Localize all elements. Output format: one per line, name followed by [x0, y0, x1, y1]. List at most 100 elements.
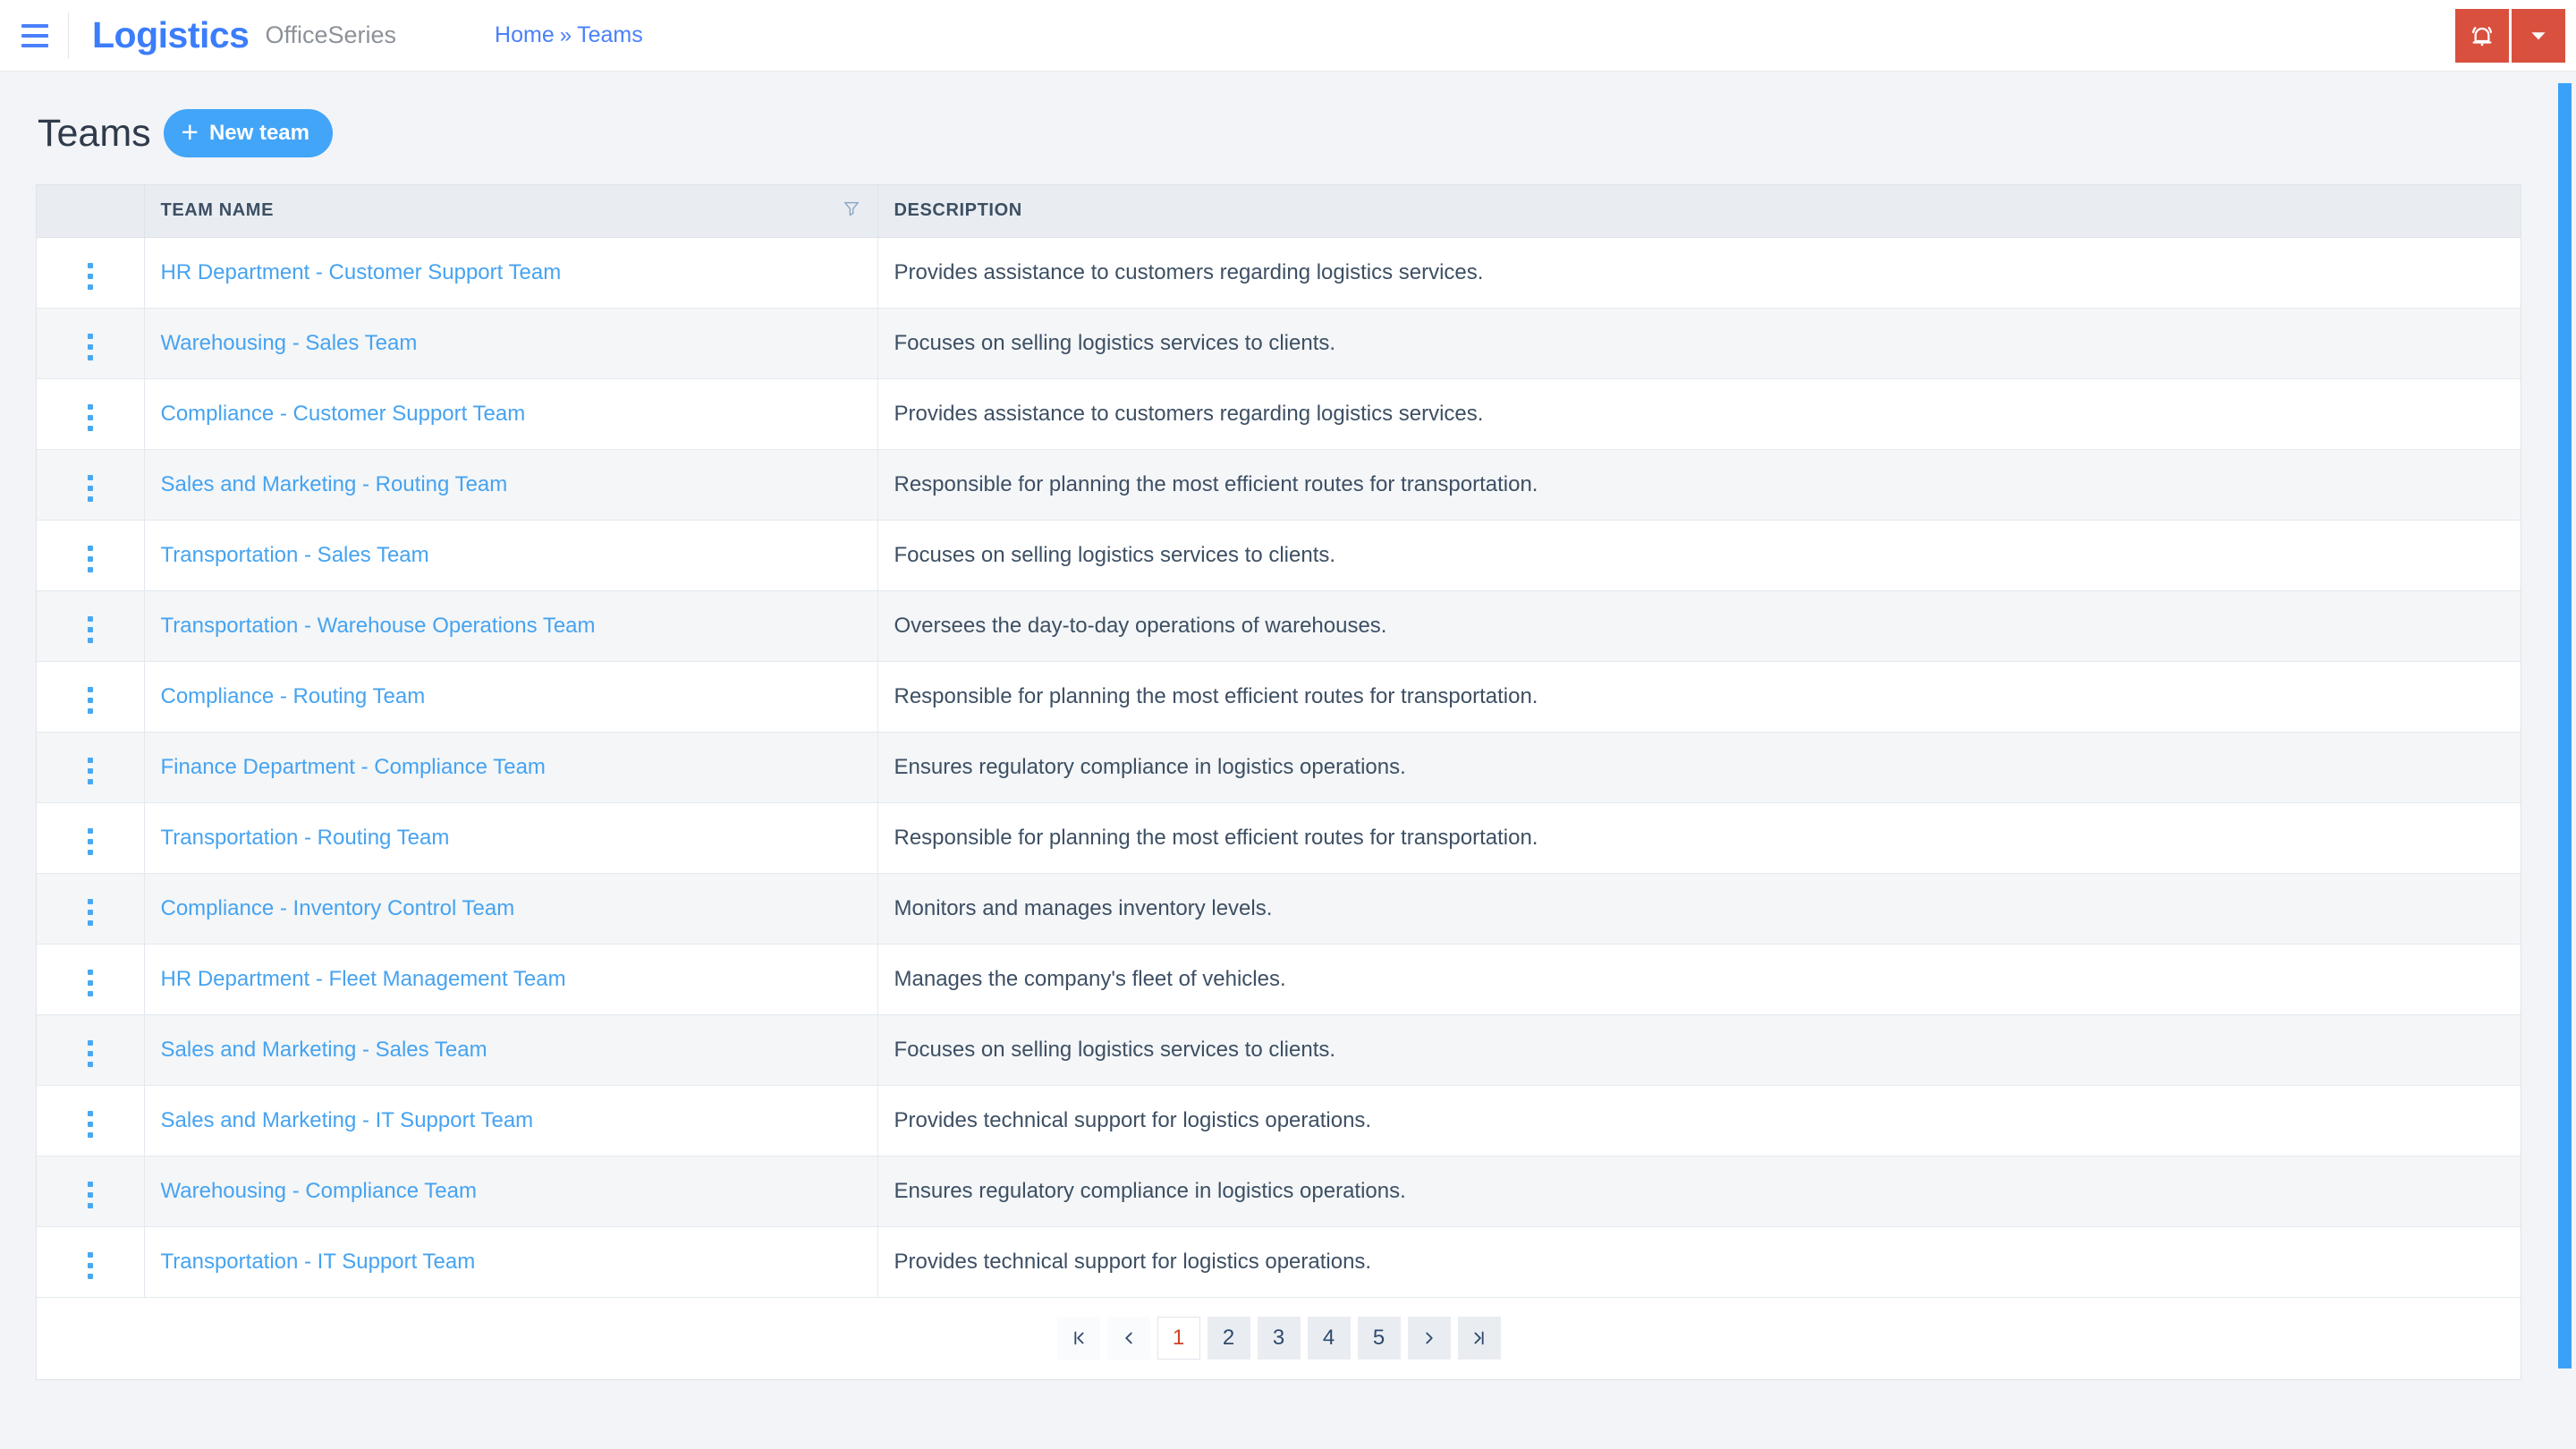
team-name-link[interactable]: Transportation - IT Support Team — [161, 1250, 476, 1274]
table-header-row: TEAM NAME DESCRIPTION — [37, 185, 2521, 238]
kebab-dot — [87, 627, 93, 632]
row-actions-cell — [37, 873, 145, 945]
breadcrumb-current[interactable]: Teams — [577, 24, 643, 47]
kebab-dot — [87, 1263, 93, 1268]
pagination-page-3[interactable]: 3 — [1257, 1317, 1301, 1360]
kebab-menu-icon[interactable] — [77, 258, 104, 295]
team-name-link[interactable]: Sales and Marketing - IT Support Team — [161, 1108, 534, 1132]
kebab-menu-icon[interactable] — [77, 823, 104, 860]
pagination-page-4[interactable]: 4 — [1307, 1317, 1351, 1360]
kebab-menu-icon[interactable] — [77, 964, 104, 1002]
row-actions-cell — [37, 308, 145, 379]
team-name-cell: HR Department - Customer Support Team — [144, 237, 878, 309]
page-scrollbar-thumb[interactable] — [2558, 83, 2572, 1368]
topbar-dropdown-button[interactable] — [2512, 9, 2565, 63]
kebab-menu-icon[interactable] — [77, 894, 104, 931]
table-row: HR Department - Customer Support Team Pro… — [37, 237, 2521, 309]
kebab-menu-icon[interactable] — [77, 1035, 104, 1072]
table-row: Compliance - Routing Team Responsible for… — [37, 661, 2521, 733]
kebab-dot — [87, 768, 93, 774]
table-row: Compliance - Inventory Control Team Monit… — [37, 873, 2521, 945]
pagination-page-5[interactable]: 5 — [1357, 1317, 1401, 1360]
team-description-cell: Monitors and manages inventory levels. — [877, 873, 2521, 945]
page-title: Teams — [38, 111, 151, 155]
kebab-menu-icon[interactable] — [77, 399, 104, 436]
notification-bell-button[interactable] — [2455, 9, 2509, 63]
team-name-link[interactable]: Warehousing - Sales Team — [161, 331, 418, 355]
kebab-dot — [87, 1132, 93, 1138]
pagination-last-button[interactable] — [1457, 1317, 1501, 1360]
kebab-menu-icon[interactable] — [77, 752, 104, 790]
top-navigation-bar: Logistics OfficeSeries Home » Teams — [0, 0, 2576, 72]
kebab-dot — [87, 404, 93, 410]
team-name-cell: HR Department - Fleet Management Team — [144, 944, 878, 1015]
teams-table: TEAM NAME DESCRIPTION HR Department - Cu… — [37, 185, 2521, 1379]
kebab-dot — [87, 839, 93, 844]
table-row: Transportation - Warehouse Operations Te… — [37, 590, 2521, 662]
row-actions-cell — [37, 661, 145, 733]
table-body: HR Department - Customer Support Team Pro… — [37, 237, 2521, 1298]
team-description-cell: Provides assistance to customers regardi… — [877, 378, 2521, 450]
team-description-cell: Provides assistance to customers regardi… — [877, 237, 2521, 309]
pagination-prev-button[interactable] — [1106, 1317, 1150, 1360]
team-name-link[interactable]: Transportation - Warehouse Operations Te… — [161, 614, 596, 638]
team-name-link[interactable]: Transportation - Sales Team — [161, 543, 429, 567]
kebab-menu-icon[interactable] — [77, 1247, 104, 1284]
kebab-dot — [87, 567, 93, 572]
table-row: HR Department - Fleet Management Team Man… — [37, 944, 2521, 1015]
pagination-next-button[interactable] — [1407, 1317, 1451, 1360]
pagination-page-2[interactable]: 2 — [1207, 1317, 1250, 1360]
column-header-team-name[interactable]: TEAM NAME — [144, 185, 878, 238]
team-name-link[interactable]: HR Department - Fleet Management Team — [161, 967, 566, 991]
team-description-cell: Ensures regulatory compliance in logisti… — [877, 1156, 2521, 1227]
column-header-description[interactable]: DESCRIPTION — [877, 185, 2521, 238]
table-row: Compliance - Customer Support Team Provid… — [37, 378, 2521, 450]
kebab-dot — [87, 1051, 93, 1056]
kebab-dot — [87, 638, 93, 643]
table-row: Transportation - IT Support Team Provides… — [37, 1226, 2521, 1298]
team-name-cell: Transportation - Sales Team — [144, 520, 878, 591]
kebab-dot — [87, 850, 93, 855]
team-name-cell: Transportation - Routing Team — [144, 802, 878, 874]
team-name-link[interactable]: Compliance - Routing Team — [161, 684, 426, 708]
team-description-cell: Focuses on selling logistics services to… — [877, 520, 2521, 591]
hamburger-icon[interactable] — [7, 23, 63, 47]
kebab-menu-icon[interactable] — [77, 1106, 104, 1143]
kebab-menu-icon[interactable] — [77, 682, 104, 719]
kebab-dot — [87, 779, 93, 784]
caret-down-icon — [2527, 24, 2550, 47]
kebab-dot — [87, 758, 93, 763]
new-team-button[interactable]: + New team — [163, 109, 333, 157]
kebab-menu-icon[interactable] — [77, 1176, 104, 1214]
team-name-cell: Compliance - Inventory Control Team — [144, 873, 878, 945]
breadcrumb-home[interactable]: Home — [495, 24, 555, 47]
filter-icon[interactable] — [842, 199, 861, 224]
pagination-page-1[interactable]: 1 — [1157, 1317, 1200, 1360]
team-name-link[interactable]: Warehousing - Compliance Team — [161, 1179, 478, 1203]
team-name-link[interactable]: HR Department - Customer Support Team — [161, 260, 562, 284]
team-name-link[interactable]: Transportation - Routing Team — [161, 826, 450, 850]
kebab-dot — [87, 1111, 93, 1116]
kebab-dot — [87, 1252, 93, 1258]
kebab-dot — [87, 263, 93, 268]
kebab-menu-icon[interactable] — [77, 540, 104, 578]
kebab-menu-icon[interactable] — [77, 328, 104, 366]
pagination-first-button[interactable] — [1056, 1317, 1100, 1360]
brand-logo[interactable]: Logistics — [92, 17, 250, 54]
team-name-link[interactable]: Sales and Marketing - Sales Team — [161, 1038, 487, 1062]
page-scrollbar-track[interactable] — [2553, 72, 2576, 1449]
kebab-menu-icon[interactable] — [77, 470, 104, 507]
kebab-dot — [87, 426, 93, 431]
team-name-link[interactable]: Compliance - Inventory Control Team — [161, 896, 515, 920]
team-name-link[interactable]: Compliance - Customer Support Team — [161, 402, 526, 426]
kebab-dot — [87, 556, 93, 562]
kebab-menu-icon[interactable] — [77, 611, 104, 648]
team-description-cell: Provides technical support for logistics… — [877, 1085, 2521, 1157]
team-description-cell: Responsible for planning the most effici… — [877, 449, 2521, 521]
team-name-link[interactable]: Sales and Marketing - Routing Team — [161, 472, 508, 496]
team-name-cell: Finance Department - Compliance Team — [144, 732, 878, 803]
team-name-link[interactable]: Finance Department - Compliance Team — [161, 755, 546, 779]
kebab-dot — [87, 1274, 93, 1279]
team-description-cell: Ensures regulatory compliance in logisti… — [877, 732, 2521, 803]
team-name-cell: Compliance - Customer Support Team — [144, 378, 878, 450]
